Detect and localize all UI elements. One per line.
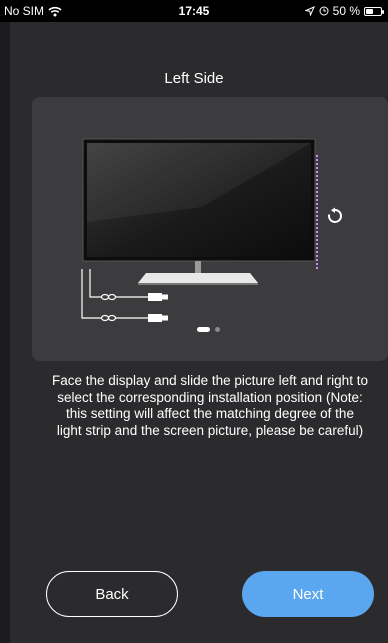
tv-stand-neck (195, 261, 201, 273)
battery-icon (364, 6, 384, 16)
tv-stand-base (138, 273, 258, 283)
back-button[interactable]: Back (46, 571, 178, 617)
page-indicator (197, 327, 220, 332)
status-bar: No SIM 17:45 50 % (0, 0, 388, 22)
battery-percent: 50 % (332, 4, 360, 18)
page-dot (215, 327, 220, 332)
page-dot-active (197, 327, 210, 332)
status-right: 50 % (304, 4, 384, 18)
usb-plug-icon (148, 314, 168, 322)
instruction-text: Face the display and slide the picture l… (52, 373, 368, 438)
usb-plug-icon (148, 293, 168, 301)
alarm-icon (319, 6, 329, 16)
cable-lower (81, 269, 148, 319)
next-button[interactable]: Next (242, 571, 374, 617)
battery-cap (382, 9, 384, 14)
location-arrow-icon (304, 6, 315, 16)
battery-fill (366, 8, 373, 14)
rotate-icon[interactable] (326, 207, 344, 225)
page-title: Left Side (164, 70, 224, 87)
installation-position-carousel[interactable] (32, 97, 388, 361)
tv-light-strip-illustration (78, 134, 318, 322)
